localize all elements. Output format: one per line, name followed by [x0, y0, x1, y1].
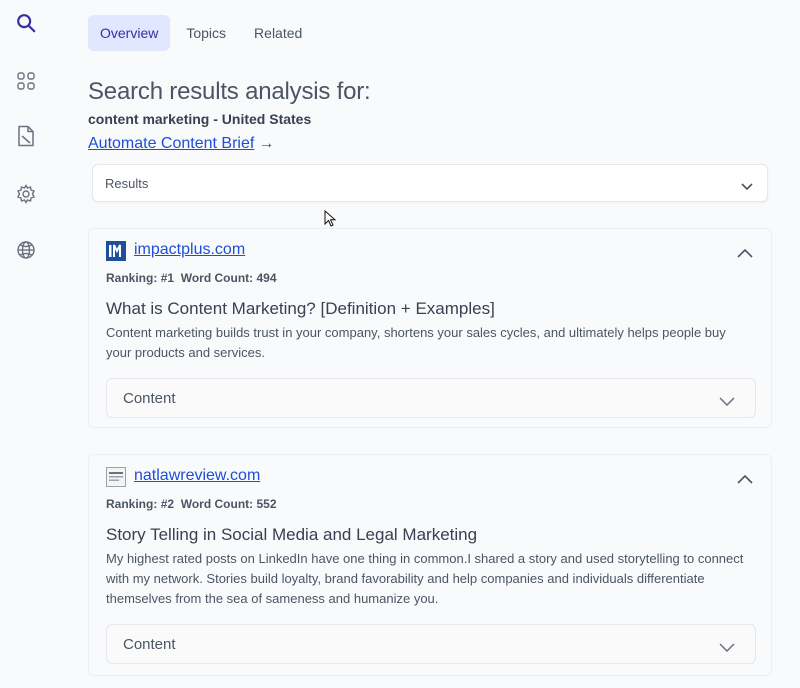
document-icon[interactable] — [14, 124, 38, 148]
search-icon[interactable] — [14, 11, 38, 35]
result-domain-link[interactable]: impactplus.com — [134, 241, 245, 259]
globe-icon[interactable] — [14, 238, 38, 262]
content-accordion-label: Content — [123, 390, 176, 407]
chevron-down-icon — [719, 639, 735, 657]
impactplus-favicon: IM — [106, 241, 126, 261]
result-card: IM impactplus.com Ranking: #1 Word Count… — [88, 228, 772, 428]
chevron-down-icon — [719, 393, 735, 411]
page-title: Search results analysis for: — [88, 78, 371, 105]
result-title: Story Telling in Social Media and Legal … — [106, 525, 478, 544]
grid-icon[interactable] — [14, 69, 38, 93]
brief-link-label: Automate Content Brief — [88, 135, 255, 152]
main-panel: Overview Topics Related Search results a… — [88, 0, 772, 688]
result-title: What is Content Marketing? [Definition +… — [106, 299, 495, 318]
content-accordion[interactable]: Content — [106, 624, 756, 664]
results-select[interactable]: Results — [92, 164, 768, 202]
tab-bar: Overview Topics Related — [88, 15, 314, 51]
result-description: My highest rated posts on LinkedIn have … — [106, 551, 744, 606]
tab-topics[interactable]: Topics — [174, 15, 238, 51]
word-count-value: 552 — [256, 497, 277, 511]
results-select-value: Results — [105, 176, 149, 191]
search-query: content marketing - United States — [88, 111, 312, 127]
result-description: Content marketing builds trust in your c… — [106, 325, 726, 360]
result-domain-link[interactable]: natlawreview.com — [134, 467, 260, 485]
ranking-label: Ranking: — [106, 271, 158, 285]
chevron-down-icon — [741, 178, 753, 196]
natlawreview-favicon: NLR — [106, 467, 126, 487]
ranking-value: #2 — [160, 497, 175, 511]
content-accordion-label: Content — [123, 636, 176, 653]
tab-overview[interactable]: Overview — [88, 15, 171, 51]
chevron-up-icon[interactable] — [737, 245, 753, 263]
arrow-right-icon: → — [258, 135, 275, 152]
automate-content-brief-link[interactable]: Automate Content Brief → — [88, 135, 274, 153]
ranking-label: Ranking: — [106, 497, 158, 511]
result-card: NLR natlawreview.com Ranking: #2 Word Co… — [88, 454, 772, 676]
word-count-value: 494 — [256, 271, 277, 285]
gear-icon[interactable] — [14, 182, 38, 206]
result-stats: Ranking: #2 Word Count: 552 — [106, 497, 277, 511]
sidebar — [0, 0, 52, 688]
chevron-up-icon[interactable] — [737, 471, 753, 489]
content-accordion[interactable]: Content — [106, 378, 756, 418]
ranking-value: #1 — [160, 271, 175, 285]
tab-related[interactable]: Related — [242, 15, 314, 51]
result-stats: Ranking: #1 Word Count: 494 — [106, 271, 277, 285]
word-count-label: Word Count: — [180, 497, 254, 511]
word-count-label: Word Count: — [180, 271, 254, 285]
